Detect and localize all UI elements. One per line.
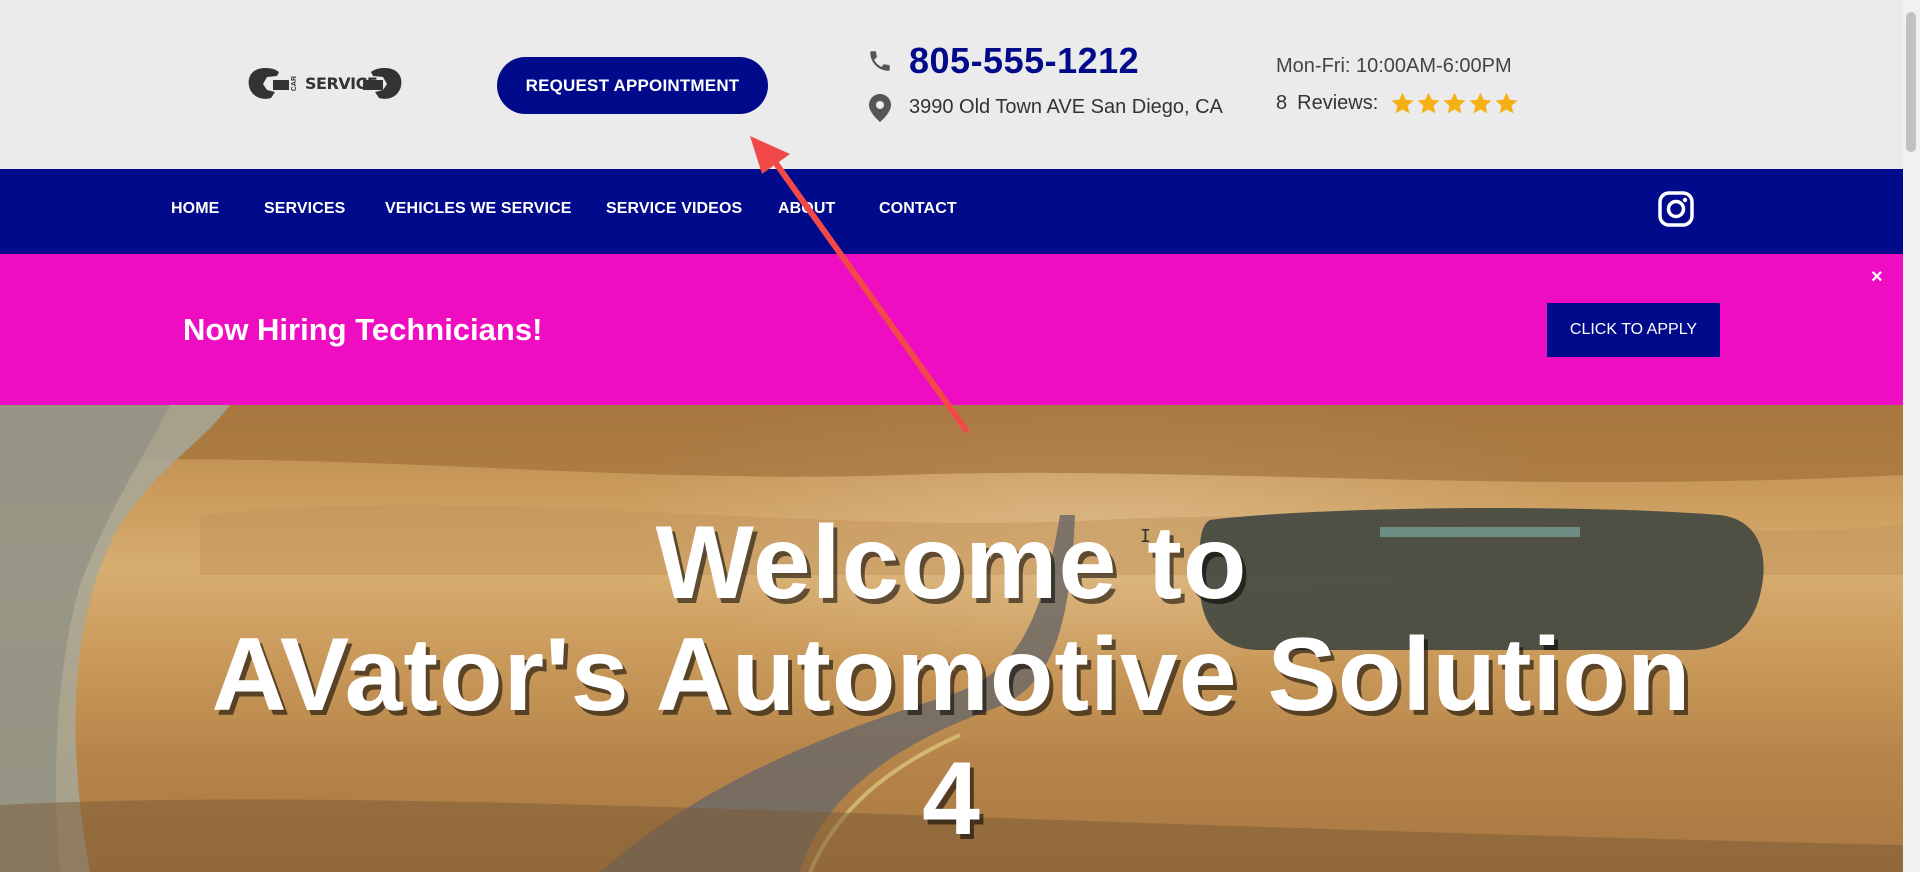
site-logo[interactable]: CAR SERVICE [245,62,405,107]
text-cursor-icon: I [1140,526,1151,547]
logo-small-text: CAR [291,76,298,92]
logo-text: SERVICE [305,74,378,93]
reviews-summary[interactable]: 8 Reviews: [1276,91,1520,116]
map-pin-icon [869,94,891,122]
nav-item-vehicles-we-service[interactable]: VEHICLES WE SERVICE [385,200,572,218]
request-appointment-button[interactable]: REQUEST APPOINTMENT [497,57,768,114]
star-rating [1390,91,1520,116]
star-icon [1495,92,1518,114]
nav-item-about[interactable]: ABOUT [778,200,835,218]
hero-title-line-2: AVator's Automotive Solution [211,617,1692,733]
nav-item-contact[interactable]: CONTACT [879,200,957,218]
hero-title-line-1: Welcome to [655,505,1248,621]
nav-item-home[interactable]: HOME [171,200,219,218]
hero-section: Welcome to AVator's Automotive Solution … [0,405,1903,872]
click-to-apply-button[interactable]: CLICK TO APPLY [1547,303,1720,357]
reviews-label: Reviews: [1297,92,1379,114]
hiring-banner: Now Hiring Technicians! CLICK TO APPLY × [0,254,1903,405]
star-icon [1469,92,1492,114]
star-icon [1391,92,1414,114]
business-hours: Mon-Fri: 10:00AM-6:00PM [1276,55,1512,77]
close-banner-icon[interactable]: × [1871,266,1883,289]
address-text: 3990 Old Town AVE San Diego, CA [909,96,1223,118]
nav-item-services[interactable]: SERVICES [264,200,345,218]
review-count: 8 [1276,92,1288,114]
main-navigation: HOME SERVICES VEHICLES WE SERVICE SERVIC… [0,169,1903,254]
nav-item-service-videos[interactable]: SERVICE VIDEOS [606,200,742,218]
hiring-banner-text: Now Hiring Technicians! [183,312,543,347]
star-icon [1443,92,1466,114]
top-header: CAR SERVICE REQUEST APPOINTMENT 805-555-… [0,0,1903,169]
hero-title-line-3: 4 [922,741,981,857]
phone-icon [870,51,890,71]
instagram-icon[interactable] [1658,191,1694,227]
scrollbar-thumb[interactable] [1906,12,1916,152]
star-icon [1417,92,1440,114]
phone-number-link[interactable]: 805-555-1212 [909,40,1139,82]
